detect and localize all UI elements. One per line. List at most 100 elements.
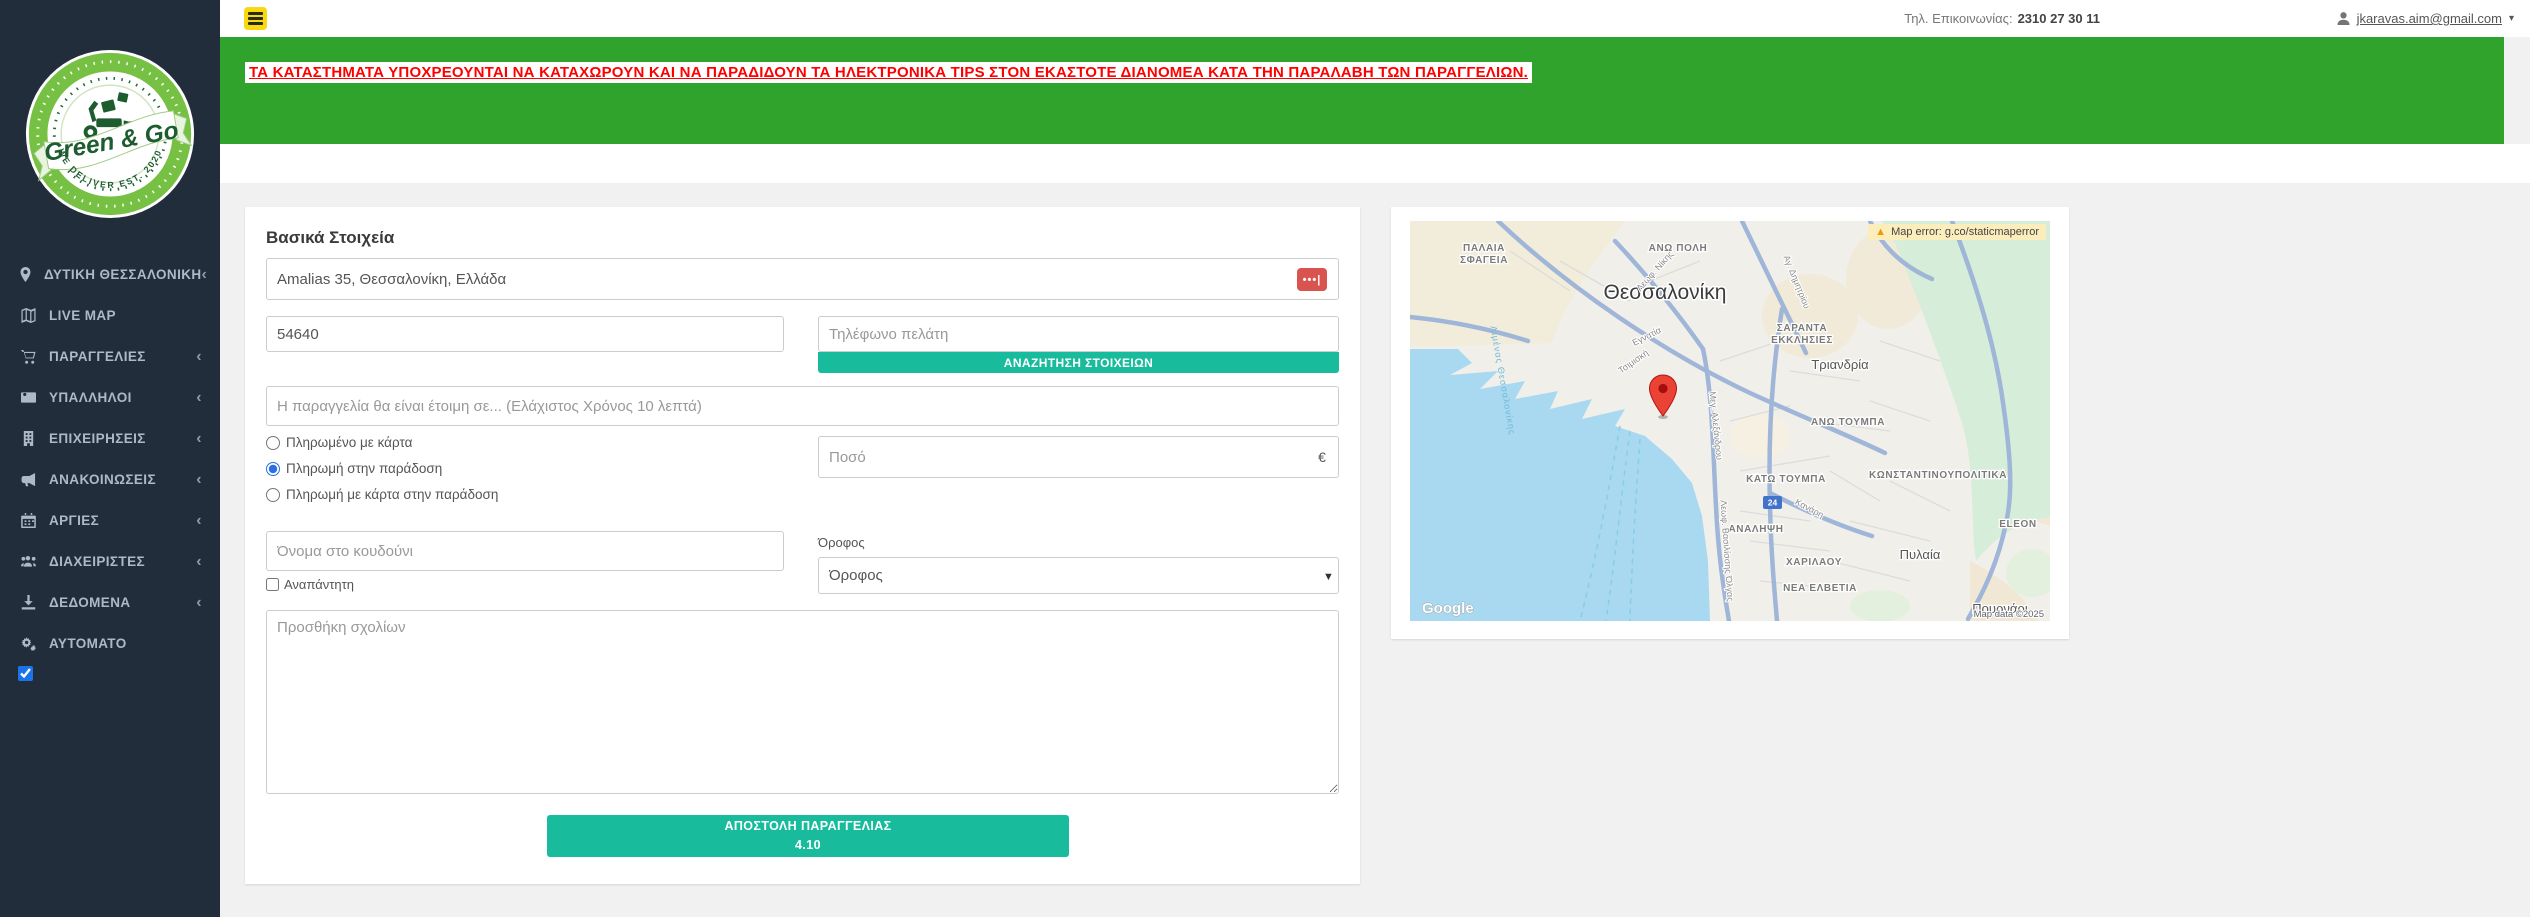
cart-icon (18, 349, 38, 364)
comments-textarea[interactable] (266, 610, 1339, 794)
sidebar-item-label: ΥΠΑΛΛΗΛΟΙ (49, 390, 132, 405)
order-form-card: Βασικά Στοιχεία •••| ΑΝΑΖΗΤΗΣΗ ΣΤΟΙΧΕΙΩΝ… (245, 207, 1360, 884)
announcement-text: ΤΑ ΚΑΤΑΣΤΗΜΑΤΑ ΥΠΟΧΡΕΟΥΝΤΑΙ ΝΑ ΚΑΤΑΧΩΡΟΥ… (245, 62, 1532, 83)
chevron-left-icon: ‹ (196, 388, 202, 406)
sidebar-nav: ΔΥΤΙΚΗ ΘΕΣΣΑΛΟΝΙΚΗ ‹ LIVE MAP ΠΑΡΑΓΓΕΛΙΕΣ ‹ Υ… (0, 254, 220, 664)
building-icon (18, 431, 38, 446)
sidebar-item-label: ΔΥΤΙΚΗ ΘΕΣΣΑΛΟΝΙΚΗ (44, 267, 202, 282)
topbar: Τηλ. Επικοινωνίας: 2310 27 30 11 jkarava… (220, 0, 2530, 37)
radio-paid-by-card[interactable] (266, 435, 280, 450)
map-label: ΚΩΝΣΤΑΝΤΙΝΟΥΠΟΛΙΤΙΚΑ (1869, 470, 2007, 481)
route-shield-24: 24 (1763, 496, 1782, 509)
download-icon (18, 595, 38, 610)
map-icon (18, 308, 38, 323)
address-ellipsis-icon[interactable]: •••| (1297, 268, 1327, 291)
sidebar-item-label: ΔΙΑΧΕΙΡΙΣΤΕΣ (49, 554, 145, 569)
phone-label: Τηλ. Επικοινωνίας: (1904, 11, 2013, 26)
customer-phone-input[interactable] (818, 316, 1339, 352)
radio-cash-on-delivery[interactable] (266, 461, 280, 476)
ready-time-input[interactable] (266, 386, 1339, 426)
chevron-left-icon: ‹ (196, 593, 202, 611)
address-input[interactable] (266, 258, 1339, 300)
sidebar-item-epixeiriseis[interactable]: ΕΠΙΧΕΙΡΗΣΕΙΣ ‹ (0, 418, 220, 459)
chevron-left-icon: ‹ (196, 347, 202, 365)
contact-phone: Τηλ. Επικοινωνίας: 2310 27 30 11 (1904, 0, 2100, 37)
sidebar: Green & Go WE DELIVER EST. 2020 ΔΥΤΙΚΗ Θ… (0, 0, 220, 917)
sidebar-item-dedomena[interactable]: ΔΕΔΟΜΕΝΑ ‹ (0, 582, 220, 623)
calendar-icon (18, 513, 38, 528)
floor-select[interactable]: Όροφος (818, 557, 1339, 594)
payment-option-cash-on-delivery[interactable]: Πληρωμή στην παράδοση (266, 461, 498, 476)
map-label: ΣΑΡΑΝΤΑ (1777, 323, 1827, 334)
map-card: 24 ΠΑΛΑΙΑ ΣΦΑΓΕΙΑ ΑΝΩ ΠΟΛΗ Θεσσαλονίκη ΣΑΡΑΝ… (1391, 207, 2069, 639)
payment-option-card-on-delivery[interactable]: Πληρωμή με κάρτα στην παράδοση (266, 487, 498, 502)
static-map[interactable]: 24 ΠΑΛΑΙΑ ΣΦΑΓΕΙΑ ΑΝΩ ΠΟΛΗ Θεσσαλονίκη ΣΑΡΑΝ… (1410, 221, 2050, 621)
chevron-left-icon: ‹ (201, 265, 208, 283)
sidebar-item-anakoinoseis[interactable]: ΑΝΑΚΟΙΝΩΣΕΙΣ ‹ (0, 459, 220, 500)
sidebar-item-label: ΑΥΤΟΜΑΤΟ (49, 636, 127, 651)
sidebar-item-paraggelies[interactable]: ΠΑΡΑΓΓΕΛΙΕΣ ‹ (0, 336, 220, 377)
radio-card-on-delivery[interactable] (266, 487, 280, 502)
map-label: ΚΑΤΩ ΤΟΥΜΠΑ (1746, 474, 1826, 485)
sidebar-item-ypalliloi[interactable]: ΥΠΑΛΛΗΛΟΙ ‹ (0, 377, 220, 418)
sidebar-item-label: ΑΝΑΚΟΙΝΩΣΕΙΣ (49, 472, 156, 487)
chevron-down-icon: ▾ (2508, 13, 2514, 24)
unanswered-checkbox-row[interactable]: Αναπάντητη (266, 577, 354, 592)
map-label: ΠΑΛΑΙΑ (1463, 243, 1505, 254)
cogs-icon (18, 636, 38, 651)
bullhorn-icon (18, 472, 38, 487)
chevron-left-icon: ‹ (196, 511, 202, 529)
users-icon (18, 554, 38, 569)
sidebar-item-dytiki-thessaloniki[interactable]: ΔΥΤΙΚΗ ΘΕΣΣΑΛΟΝΙΚΗ ‹ (0, 254, 220, 295)
map-label: ΑΝΑΛΗΨΗ (1728, 524, 1783, 535)
unanswered-checkbox[interactable] (266, 578, 279, 591)
map-label: ΣΦΑΓΕΙΑ (1460, 255, 1508, 266)
map-label: ΑΝΩ ΤΟΥΜΠΑ (1811, 417, 1885, 428)
sidebar-item-label: ΕΠΙΧΕΙΡΗΣΕΙΣ (49, 431, 146, 446)
map-label: ΑΝΩ ΠΟΛΗ (1649, 243, 1708, 254)
user-email-link[interactable]: jkaravas.aim@gmail.com (2357, 11, 2502, 26)
sidebar-item-label: ΠΑΡΑΓΓΕΛΙΕΣ (49, 349, 146, 364)
map-label: Τριανδρία (1811, 357, 1869, 372)
map-label: Θεσσαλονίκη (1604, 281, 1727, 304)
sidebar-item-aytomato[interactable]: ΑΥΤΟΜΑΤΟ (0, 623, 220, 664)
sidebar-item-argies[interactable]: ΑΡΓΙΕΣ ‹ (0, 500, 220, 541)
map-label: ΝΕΑ ΕΛΒΕΤΙΑ (1783, 583, 1857, 594)
search-customer-button[interactable]: ΑΝΑΖΗΤΗΣΗ ΣΤΟΙΧΕΙΩΝ (818, 352, 1339, 373)
map-error-badge: ▲ Map error: g.co/staticmaperror (1868, 224, 2046, 240)
map-copyright: Map data ©2025 (1974, 609, 2044, 620)
chevron-left-icon: ‹ (196, 429, 202, 447)
google-logo: Google (1422, 600, 1474, 617)
floor-label: Όροφος (818, 535, 865, 550)
automato-checkbox[interactable] (18, 666, 33, 681)
currency-addon: € (1306, 436, 1339, 478)
postal-code-input[interactable] (266, 316, 784, 352)
payment-options: Πληρωμένο με κάρτα Πληρωμή στην παράδοση… (266, 435, 498, 513)
map-marker-icon (18, 267, 33, 282)
doorbell-name-input[interactable] (266, 531, 784, 571)
map-label: Πυλαία (1900, 547, 1941, 562)
sidebar-item-live-map[interactable]: LIVE MAP (0, 295, 220, 336)
sidebar-item-diaxeiristes[interactable]: ΔΙΑΧΕΙΡΙΣΤΕΣ ‹ (0, 541, 220, 582)
logo: Green & Go WE DELIVER EST. 2020 (0, 0, 220, 240)
map-label: ΕΚΚΛΗΣΙΕΣ (1771, 335, 1833, 346)
payment-option-paid-by-card[interactable]: Πληρωμένο με κάρτα (266, 435, 498, 450)
content-header-strip (220, 144, 2530, 183)
sidebar-item-label: LIVE MAP (49, 308, 116, 323)
sidebar-item-label: ΔΕΔΟΜΕΝΑ (49, 595, 131, 610)
hamburger-menu-button[interactable] (244, 7, 267, 30)
map-label: ELEON (1999, 519, 2036, 530)
green-and-go-logo-badge: Green & Go WE DELIVER EST. 2020 (25, 49, 195, 219)
map-label: ΧΑΡΙΛΑΟΥ (1786, 557, 1842, 568)
submit-order-button[interactable]: ΑΠΟΣΤΟΛΗ ΠΑΡΑΓΓΕΛΙΑΣ 4.10 (547, 815, 1069, 857)
announcement-banner: ΤΑ ΚΑΤΑΣΤΗΜΑΤΑ ΥΠΟΧΡΕΟΥΝΤΑΙ ΝΑ ΚΑΤΑΧΩΡΟΥ… (220, 37, 2504, 144)
phone-number: 2310 27 30 11 (2017, 11, 2100, 26)
user-icon (2337, 12, 2350, 25)
sidebar-item-label: ΑΡΓΙΕΣ (49, 513, 100, 528)
amount-input[interactable] (818, 436, 1307, 478)
chevron-left-icon: ‹ (196, 552, 202, 570)
id-card-icon (18, 390, 38, 405)
chevron-left-icon: ‹ (196, 470, 202, 488)
user-menu[interactable]: jkaravas.aim@gmail.com ▾ (2337, 0, 2514, 37)
warning-icon: ▲ (1875, 226, 1887, 238)
